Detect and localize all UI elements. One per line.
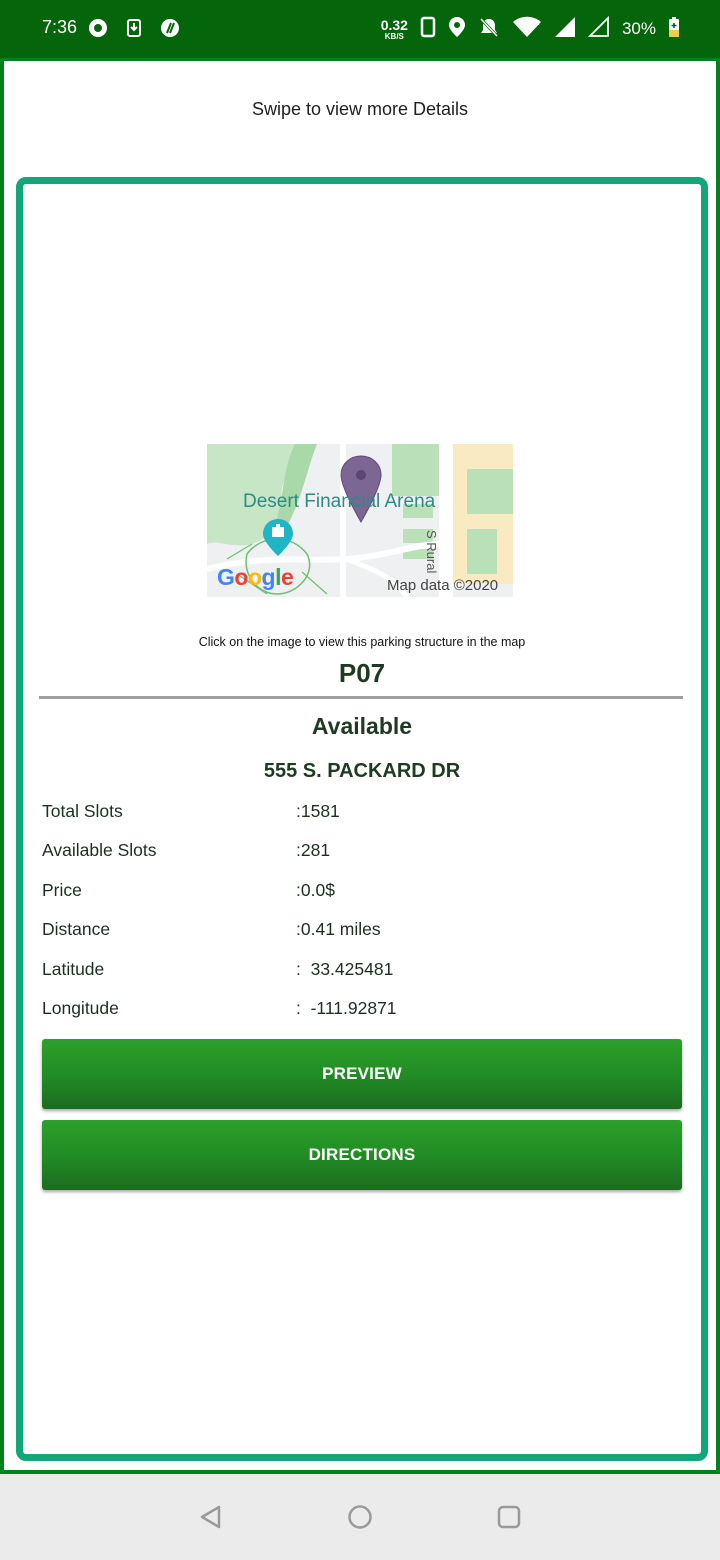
- signal-empty-icon: [587, 15, 610, 43]
- google-logo: Google: [217, 564, 294, 590]
- app-notification-icon: [160, 18, 180, 38]
- download-icon: [124, 18, 144, 38]
- detail-value: :0.41 miles: [296, 919, 381, 939]
- detail-label: Total Slots: [42, 801, 123, 821]
- detail-row-latitude: Latitude : 33.425481: [42, 959, 682, 989]
- parking-detail-card[interactable]: Desert Financial Arena S Rural Google Ma…: [16, 177, 708, 1461]
- structure-name: P07: [338, 658, 386, 688]
- detail-label: Distance: [42, 919, 111, 939]
- media-play-icon: [88, 18, 108, 38]
- detail-row-price: Price :0.0$: [42, 880, 682, 910]
- wifi-icon: x: [512, 16, 542, 43]
- svg-text:x: x: [535, 17, 540, 27]
- network-speed: 0.32 KB/S: [380, 16, 408, 41]
- detail-value: :281: [296, 840, 331, 860]
- system-status-icons: 0.32 KB/S x 30%: [381, 14, 680, 44]
- detail-value: : 33.425481: [296, 959, 394, 979]
- back-icon[interactable]: [198, 1504, 224, 1530]
- detail-value: :1581: [296, 801, 340, 821]
- status-time: 7:36: [42, 17, 78, 37]
- home-icon[interactable]: [347, 1504, 373, 1530]
- signal-icon: [554, 16, 576, 43]
- notification-icons: [88, 17, 180, 39]
- detail-label: Latitude: [42, 959, 105, 979]
- detail-row-longitude: Longitude : -111.92871: [42, 998, 682, 1028]
- battery-level: 30%: [621, 19, 656, 38]
- status-bar: 7:36 0.32 KB/S x 30%: [0, 0, 720, 58]
- swipe-hint: Swipe to view more Details: [251, 99, 469, 119]
- map-attribution: Map data ©2020: [387, 577, 499, 594]
- navigation-bar: [0, 1474, 720, 1560]
- content-frame: Swipe to view more Details Desert Financ…: [0, 58, 720, 1474]
- detail-label: Longitude: [42, 998, 119, 1018]
- directions-button[interactable]: DIRECTIONS: [42, 1120, 682, 1190]
- vibrate-icon: [420, 16, 436, 43]
- detail-row-available-slots: Available Slots :281: [42, 840, 682, 870]
- battery-charging-icon: [668, 16, 680, 43]
- map-place-label: Desert Financial Arena: [243, 491, 436, 512]
- preview-button[interactable]: PREVIEW: [42, 1039, 682, 1109]
- map-road-label: S Rural: [424, 530, 439, 574]
- availability-status: Available: [311, 713, 413, 739]
- location-icon: [448, 16, 466, 43]
- detail-row-distance: Distance :0.41 miles: [42, 919, 682, 949]
- detail-label: Price: [42, 880, 82, 900]
- map-caption: Click on the image to view this parking …: [198, 635, 526, 649]
- detail-row-total-slots: Total Slots :1581: [42, 801, 682, 831]
- recent-apps-icon[interactable]: [496, 1504, 522, 1530]
- map-thumbnail[interactable]: Desert Financial Arena S Rural Google Ma…: [207, 444, 513, 597]
- detail-value: : -111.92871: [296, 998, 397, 1018]
- notifications-muted-icon: [478, 16, 500, 43]
- structure-address: 555 S. PACKARD DR: [263, 760, 461, 782]
- detail-value: :0.0$: [296, 880, 335, 900]
- detail-label: Available Slots: [42, 840, 157, 860]
- divider: [39, 696, 683, 699]
